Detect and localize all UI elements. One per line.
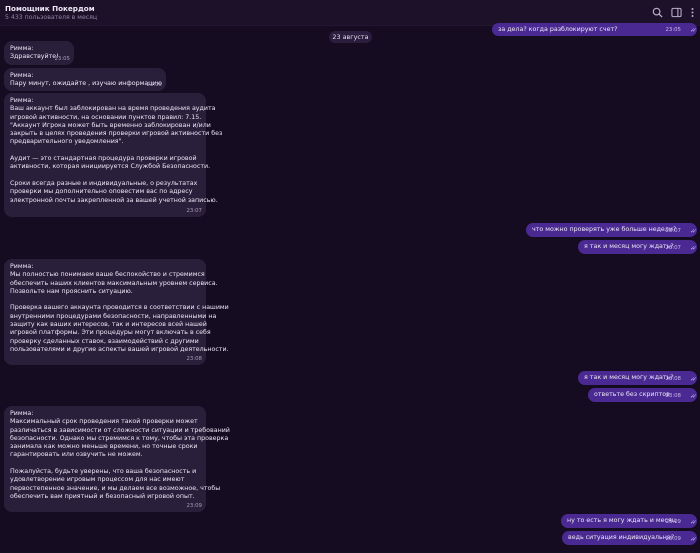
- message-text: Мы полностью понимаем ваше беспокойство …: [10, 271, 205, 279]
- message-text: активности, которая инициируется Службой…: [10, 163, 211, 171]
- message-text: обеспечить наших клиентов максимальным у…: [10, 279, 218, 287]
- outgoing-message[interactable]: за дела? когда разблокируют счет? 23:05 ✓✓: [492, 23, 697, 36]
- message-time: 23:08: [665, 392, 681, 399]
- message-time: 23:08: [186, 355, 202, 362]
- message-text: игровой активности, на основании пунктов…: [10, 113, 202, 121]
- message-text: занимала как можно меньше времени, но то…: [10, 443, 198, 451]
- date-separator: 23 августа: [329, 31, 372, 43]
- chat-title[interactable]: Помощник Покердом: [5, 4, 95, 13]
- message-text: удовлетворение игровым процессом для нас…: [10, 476, 185, 484]
- read-check-icon: ✓✓: [689, 375, 697, 383]
- message-text: пользователями и другие аспекты вашей иг…: [10, 345, 229, 353]
- message-text: обеспечить вам приятный и безопасный игр…: [10, 492, 195, 500]
- message-text: проверки мы дополнительно оповестим вас …: [10, 188, 193, 196]
- message-time: 23:09: [665, 518, 681, 525]
- message-time: 23:08: [665, 375, 681, 382]
- message-text: Пожалуйста, будьте уверены, что ваша без…: [10, 468, 197, 476]
- read-check-icon: ✓✓: [689, 244, 697, 252]
- incoming-message[interactable]: Римма: Ваш аккаунт был заблокирован на вр…: [4, 93, 223, 217]
- message-time: 23:07: [665, 244, 681, 251]
- read-check-icon: ✓✓: [689, 518, 697, 526]
- message-text: внутренними процедурами безопасности, на…: [10, 312, 217, 320]
- message-text: проверку сделанных ставок, взаимодействи…: [10, 337, 199, 345]
- message-time: 23:07: [186, 207, 202, 214]
- message-text: Сроки всегда разные и индивидуальные, о …: [10, 179, 198, 187]
- message-gap: [10, 296, 200, 304]
- more-icon[interactable]: [687, 7, 698, 18]
- message-text: Ваш аккаунт был заблокирован на время пр…: [10, 105, 216, 113]
- message-time: 23:05: [54, 55, 70, 62]
- message-text: предварительного уведомления".: [10, 138, 124, 146]
- read-check-icon: ✓✓: [689, 535, 697, 543]
- incoming-message[interactable]: Римма: Пару минут, ожидайте , изучаю инфо…: [4, 68, 166, 91]
- message-text: игровой платформы. Эти процедуры могут в…: [10, 329, 211, 337]
- message-text: Позвольте нам прояснить ситуацию.: [10, 287, 133, 295]
- message-text: Пару минут, ожидайте , изучаю информацию: [10, 80, 162, 88]
- message-time: 23:05: [665, 26, 681, 33]
- incoming-message[interactable]: Римма: Мы полностью понимаем ваше беспоко…: [4, 259, 229, 365]
- outgoing-message[interactable]: я так и месяц могу ждать? 23:08 ✓✓: [578, 371, 697, 385]
- read-check-icon: ✓✓: [689, 26, 697, 34]
- message-text: безопасности. Однако мы стремимся к тому…: [10, 434, 229, 442]
- read-check-icon: ✓✓: [689, 392, 697, 400]
- message-time: 23:07: [665, 227, 681, 234]
- search-icon[interactable]: [652, 7, 663, 18]
- message-text: различаться в зависимости от сложности с…: [10, 426, 230, 434]
- message-text: "Аккаунт Игрока может быть временно забл…: [10, 121, 211, 129]
- incoming-message[interactable]: Римма: Здравствуйте! 23:05: [4, 41, 74, 65]
- message-text: гарантировать или озвучить не можем.: [10, 451, 143, 459]
- message-time: 23:05: [146, 81, 162, 88]
- outgoing-message[interactable]: ну то есть я могу ждать и месяц 23:09 ✓✓: [561, 514, 697, 528]
- outgoing-message[interactable]: ведь ситуация индивидуальна? 23:09 ✓✓: [562, 531, 697, 545]
- message-time: 23:09: [186, 502, 202, 509]
- message-text: за дела? когда разблокируют счет?: [498, 26, 618, 33]
- sidebar-icon[interactable]: [671, 7, 682, 18]
- message-time: 23:09: [665, 535, 681, 542]
- outgoing-message[interactable]: ответьте без скриптов 23:08 ✓✓: [588, 388, 697, 402]
- chat-subtitle: 5 433 пользователя в месяц: [5, 14, 98, 21]
- message-gap: [10, 172, 200, 180]
- message-text: электронной почты закрепленной за вашей …: [10, 196, 218, 204]
- read-check-icon: ✓✓: [689, 227, 697, 235]
- incoming-message[interactable]: Римма: Максимальный срок проведения такой…: [4, 406, 230, 512]
- message-gap: [10, 147, 200, 155]
- message-text: Проверка вашего аккаунта проводится в со…: [10, 304, 229, 312]
- message-text: закрыть в целях проведения проверки игро…: [10, 130, 223, 138]
- message-text: Максимальный срок проведения такой прове…: [10, 418, 198, 426]
- outgoing-message[interactable]: я так и месяц могу ждать? 23:07 ✓✓: [578, 240, 697, 254]
- message-gap: [10, 460, 200, 468]
- outgoing-message[interactable]: что можно проверять уже больше недели? 23…: [526, 223, 697, 237]
- message-text: первостепенное значение, и мы делаем все…: [10, 484, 221, 492]
